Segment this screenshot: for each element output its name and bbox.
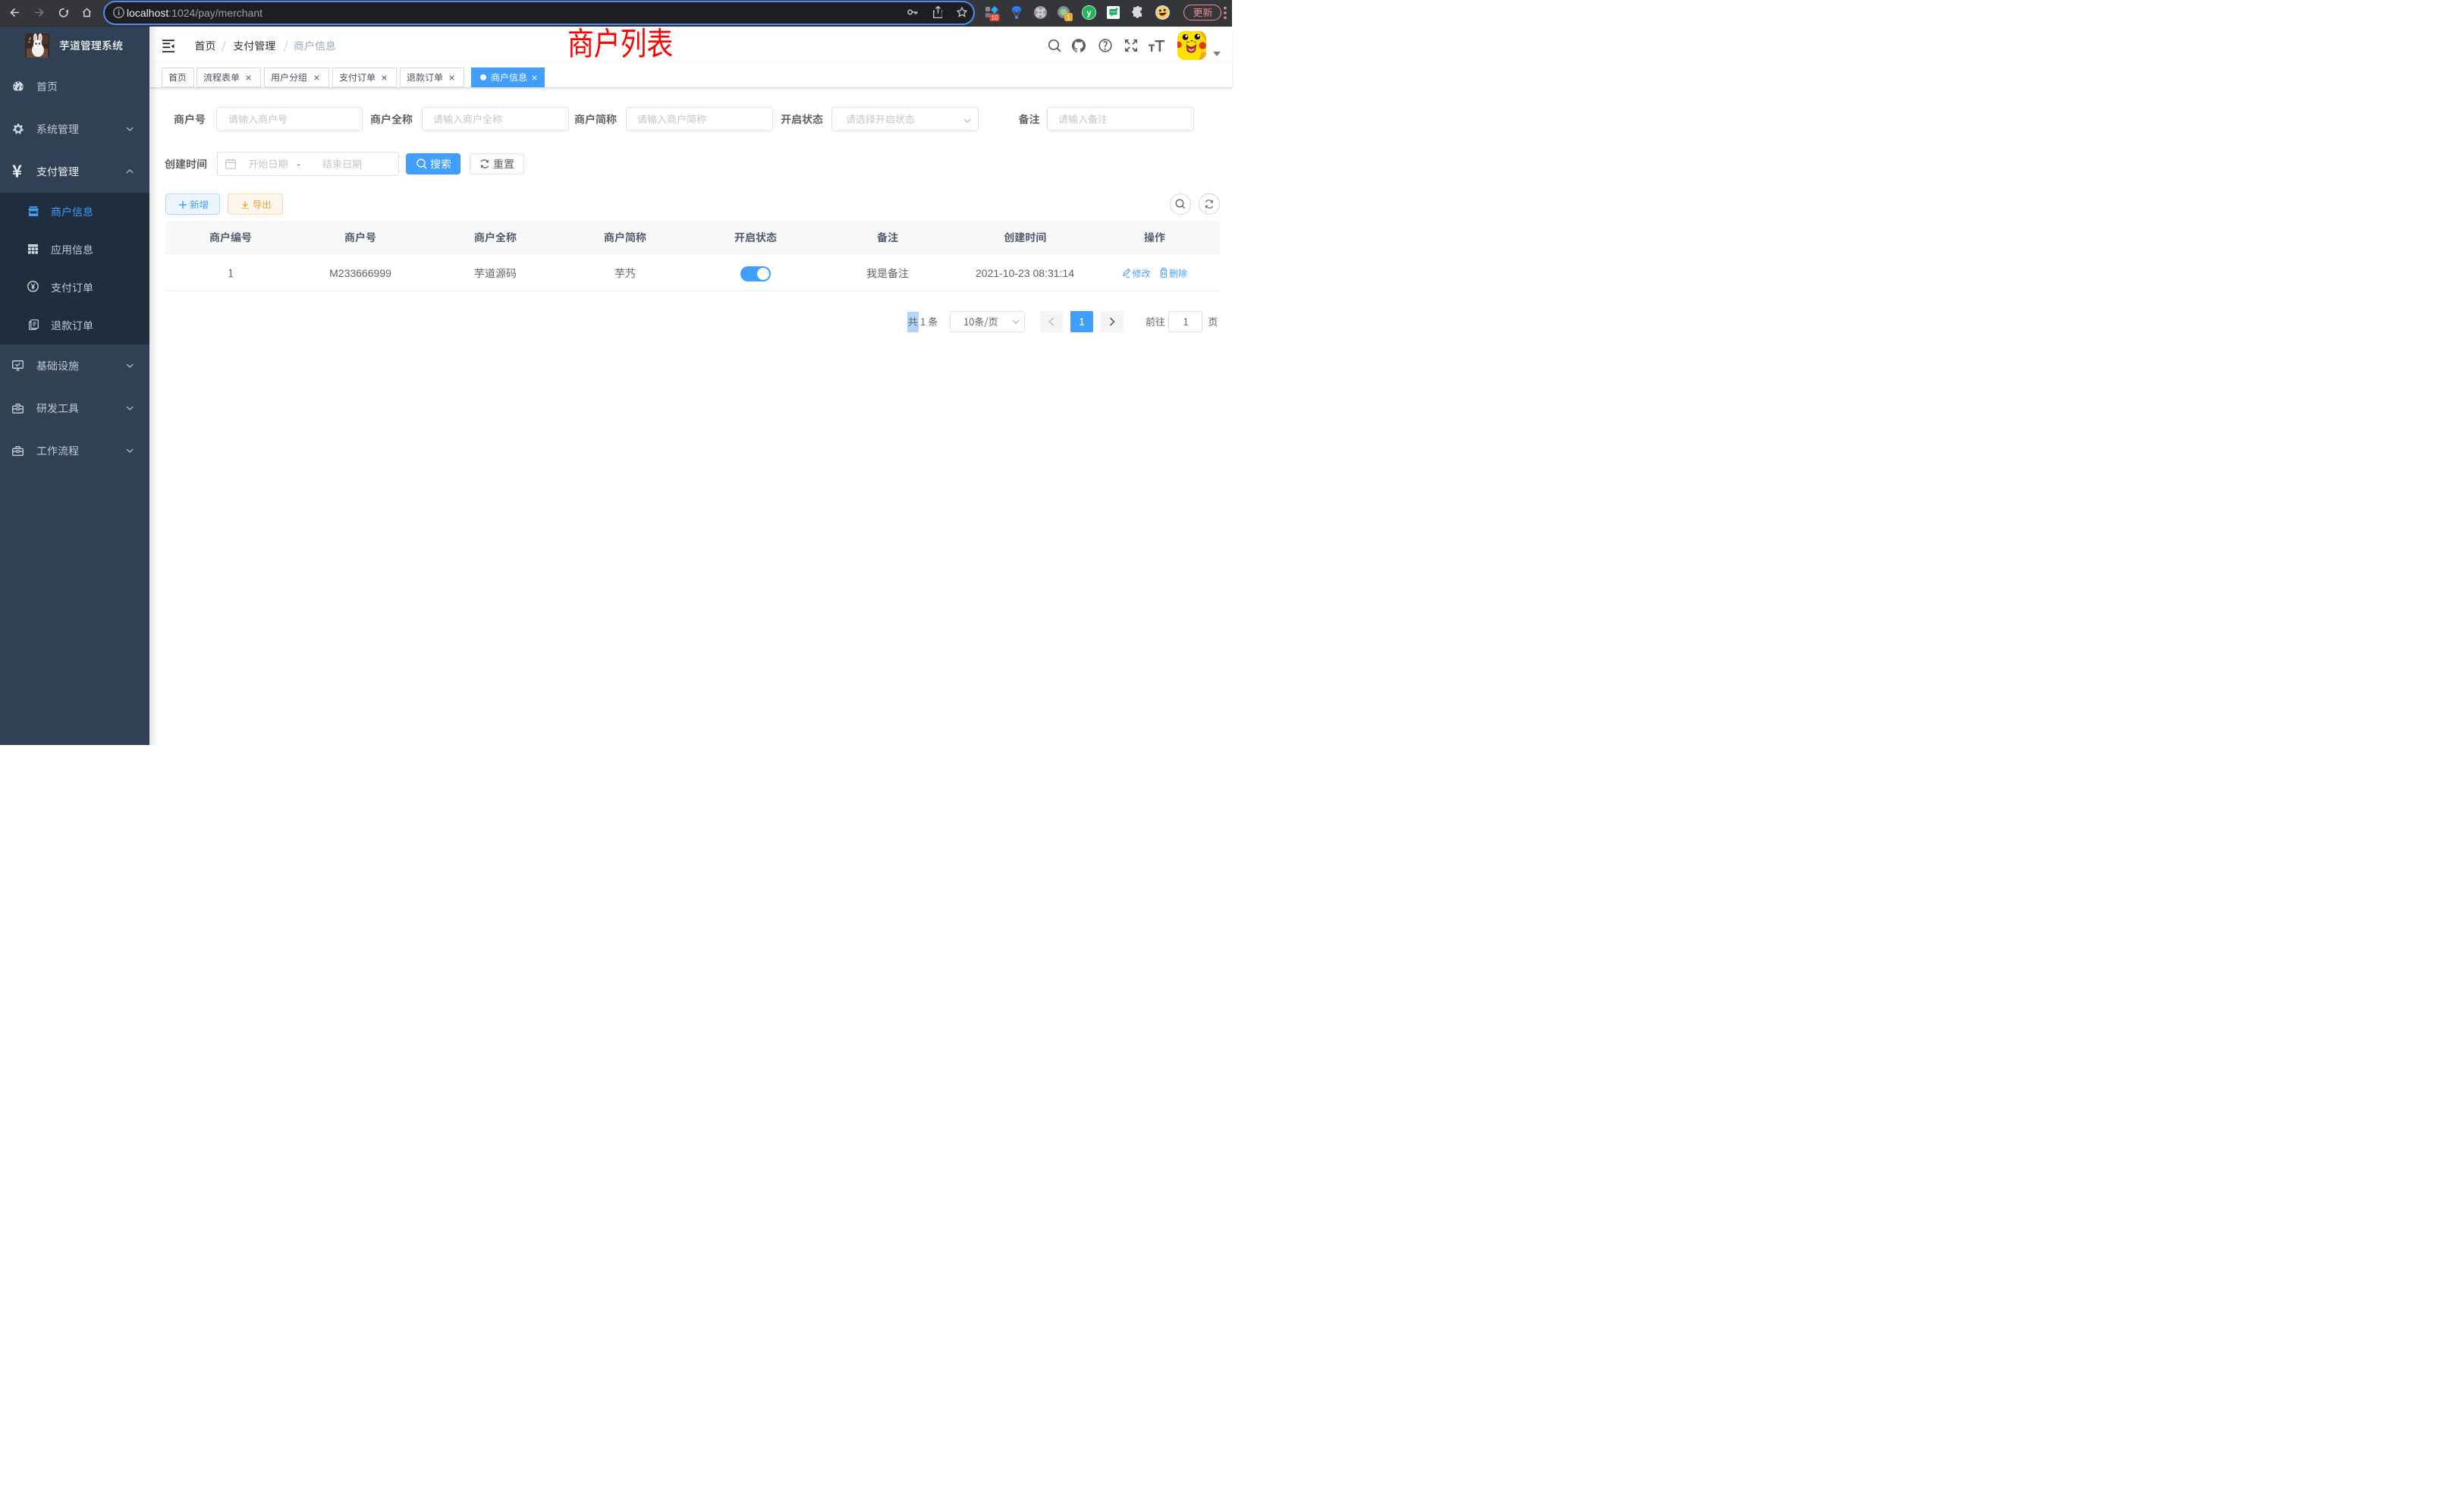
svg-text:y: y — [1086, 9, 1092, 18]
svg-text:10: 10 — [992, 14, 998, 21]
svg-text:1: 1 — [1067, 14, 1070, 21]
